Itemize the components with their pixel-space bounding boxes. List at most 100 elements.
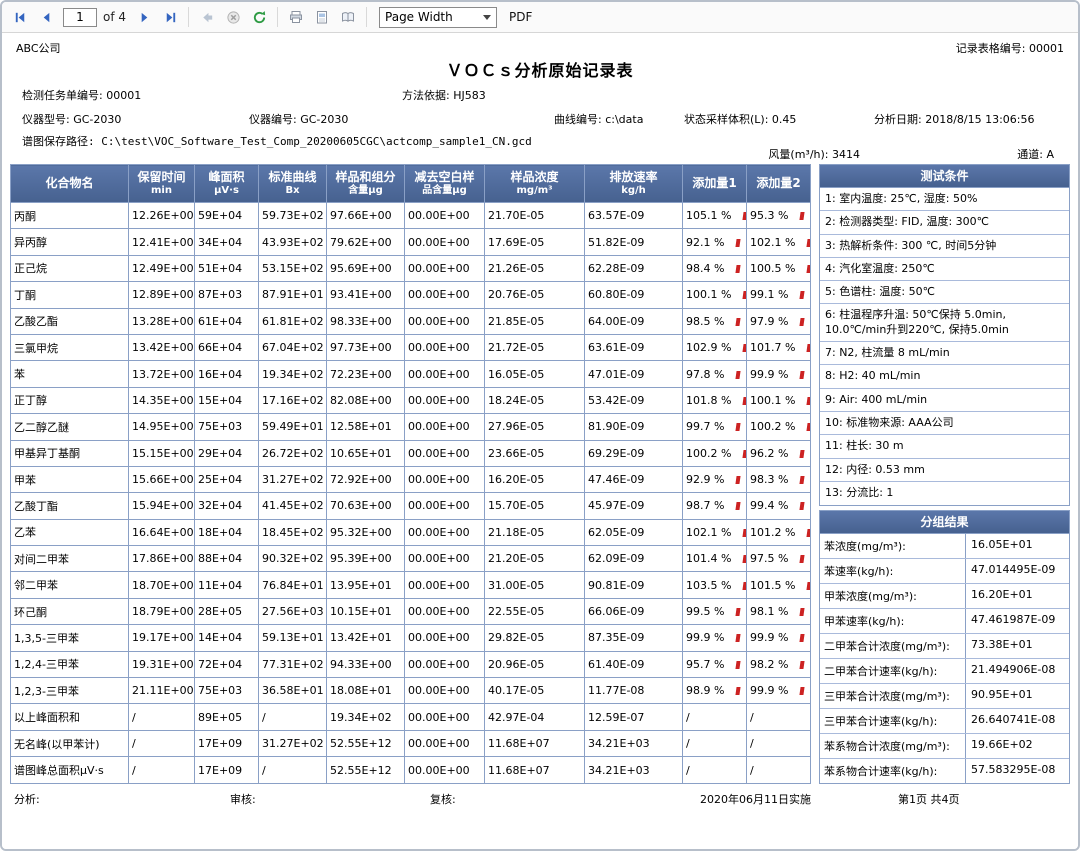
group-result-label: 三甲苯合计浓度(mg/m³): — [820, 684, 965, 708]
value-cell: 12.58E+01 — [327, 414, 405, 440]
value-cell: 63.61E-09 — [585, 334, 683, 360]
table-row: 甲基异丁基酮15.15E+0029E+0426.72E+0210.65E+010… — [11, 440, 811, 466]
last-page-button[interactable] — [158, 5, 182, 29]
value-cell: 99.4 % — [747, 493, 811, 519]
value-cell: 00.00E+00 — [405, 282, 485, 308]
first-page-button[interactable] — [8, 5, 32, 29]
value-cell: 13.95E+01 — [327, 572, 405, 598]
meta-line-2: 仪器型号: GC-2030 仪器编号: GC-2030 曲线编号: c:\dat… — [2, 111, 1078, 127]
print-button[interactable] — [284, 5, 308, 29]
value-cell: 34E+04 — [195, 229, 259, 255]
value-cell: 25E+04 — [195, 466, 259, 492]
value-cell: 94.33E+00 — [327, 651, 405, 677]
group-result-value: 73.38E+01 — [965, 634, 1069, 658]
compound-name-cell: 环己酮 — [11, 598, 129, 624]
group-result-row: 二甲苯合计速率(kg/h):21.494906E-08 — [820, 659, 1069, 684]
compound-name-cell: 1,2,4-三甲苯 — [11, 651, 129, 677]
group-result-value: 19.66E+02 — [965, 734, 1069, 758]
group-result-value: 26.640741E-08 — [965, 709, 1069, 733]
value-cell: 21.11E+00 — [129, 678, 195, 704]
table-row: 乙二醇乙醚14.95E+0075E+0359.49E+0112.58E+0100… — [11, 414, 811, 440]
compound-name-cell: 以上峰面积和 — [11, 704, 129, 730]
page-setup-button[interactable] — [336, 5, 360, 29]
report-footer: 分析: 审核: 复核: 2020年06月11日实施 第1页 共4页 — [2, 791, 1078, 809]
value-cell: 100.2 % — [683, 440, 747, 466]
next-page-button[interactable] — [132, 5, 156, 29]
table-row: 以上峰面积和/89E+05/19.34E+0200.00E+0042.97E-0… — [11, 704, 811, 730]
value-cell: 82.08E+00 — [327, 387, 405, 413]
spectrum-save-path: 谱图保存路径: C:\test\VOC_Software_Test_Comp_2… — [22, 133, 532, 149]
value-cell: 101.2 % — [747, 519, 811, 545]
value-cell: 18.45E+02 — [259, 519, 327, 545]
modified-flag-icon — [807, 344, 811, 352]
value-cell: 10.15E+01 — [327, 598, 405, 624]
previous-page-button[interactable] — [34, 5, 58, 29]
value-cell: 99.5 % — [683, 598, 747, 624]
modified-flag-icon — [743, 291, 747, 299]
value-cell: 29E+04 — [195, 440, 259, 466]
value-cell: 13.42E+00 — [129, 334, 195, 360]
test-condition-item: 10: 标准物来源: AAA公司 — [820, 412, 1069, 435]
export-pdf-button[interactable]: PDF — [509, 10, 532, 24]
modified-flag-icon — [743, 582, 747, 590]
column-header: 排放速率kg/h — [585, 165, 683, 203]
table-row: 正丁醇14.35E+0015E+0417.16E+0282.08E+0000.0… — [11, 387, 811, 413]
value-cell: / — [129, 730, 195, 756]
value-cell: 76.84E+01 — [259, 572, 327, 598]
compound-name-cell: 乙酸乙酯 — [11, 308, 129, 334]
value-cell: 100.2 % — [747, 414, 811, 440]
value-cell: 62.28E-09 — [585, 255, 683, 281]
value-cell: 87E+03 — [195, 282, 259, 308]
page-info: 第1页 共4页 — [898, 791, 960, 807]
company-name: ABC公司 — [16, 40, 61, 56]
toolbar-separator — [277, 7, 278, 27]
value-cell: 97.73E+00 — [327, 334, 405, 360]
air-flow: 风量(m³/h): 3414 — [768, 146, 860, 162]
value-cell: 43.93E+02 — [259, 229, 327, 255]
value-cell: 28E+05 — [195, 598, 259, 624]
value-cell: 11.77E-08 — [585, 678, 683, 704]
value-cell: 98.3 % — [747, 466, 811, 492]
stop-rendering-button[interactable] — [221, 5, 245, 29]
test-condition-item: 7: N2, 柱流量 8 mL/min — [820, 342, 1069, 365]
value-cell: 12.41E+00 — [129, 229, 195, 255]
group-result-label: 二甲苯合计速率(kg/h): — [820, 659, 965, 683]
value-cell: 21.70E-05 — [485, 203, 585, 229]
value-cell: 16.20E-05 — [485, 466, 585, 492]
modified-flag-icon — [807, 582, 811, 590]
report-top-row: ABC公司 记录表格编号: 00001 — [2, 33, 1078, 56]
test-condition-item: 8: H2: 40 mL/min — [820, 365, 1069, 388]
value-cell: / — [129, 704, 195, 730]
value-cell: / — [683, 730, 747, 756]
value-cell: 15.70E-05 — [485, 493, 585, 519]
value-cell: 11.68E+07 — [485, 757, 585, 784]
table-row: 乙酸乙酯13.28E+0061E+0461.81E+0298.33E+0000.… — [11, 308, 811, 334]
refresh-button[interactable] — [247, 5, 271, 29]
modified-flag-icon — [800, 661, 805, 669]
value-cell: 34.21E+03 — [585, 757, 683, 784]
value-cell: 90.81E-09 — [585, 572, 683, 598]
print-layout-button[interactable] — [310, 5, 334, 29]
analysis-date: 分析日期: 2018/8/15 13:06:56 — [874, 111, 1035, 127]
page-number-input[interactable] — [63, 8, 97, 27]
value-cell: 99.9 % — [747, 678, 811, 704]
value-cell: 27.96E-05 — [485, 414, 585, 440]
parent-report-button[interactable] — [195, 5, 219, 29]
compound-name-cell: 对间二甲苯 — [11, 546, 129, 572]
modified-flag-icon — [800, 476, 805, 484]
value-cell: 20.76E-05 — [485, 282, 585, 308]
value-cell: 97.9 % — [747, 308, 811, 334]
results-table: 化合物名保留时间min峰面积μV·s标准曲线Bx样品和组分含量μg减去空白样品含… — [10, 164, 811, 784]
value-cell: 19.17E+00 — [129, 625, 195, 651]
value-cell: 53.42E-09 — [585, 387, 683, 413]
zoom-select[interactable]: Page Width — [379, 7, 497, 28]
value-cell: 95.3 % — [747, 203, 811, 229]
first-page-icon — [13, 10, 28, 25]
group-result-label: 甲苯浓度(mg/m³): — [820, 584, 965, 608]
group-result-label: 二甲苯合计浓度(mg/m³): — [820, 634, 965, 658]
value-cell: 60.80E-09 — [585, 282, 683, 308]
value-cell: 63.57E-09 — [585, 203, 683, 229]
value-cell: 98.7 % — [683, 493, 747, 519]
group-result-value: 21.494906E-08 — [965, 659, 1069, 683]
value-cell: 00.00E+00 — [405, 229, 485, 255]
